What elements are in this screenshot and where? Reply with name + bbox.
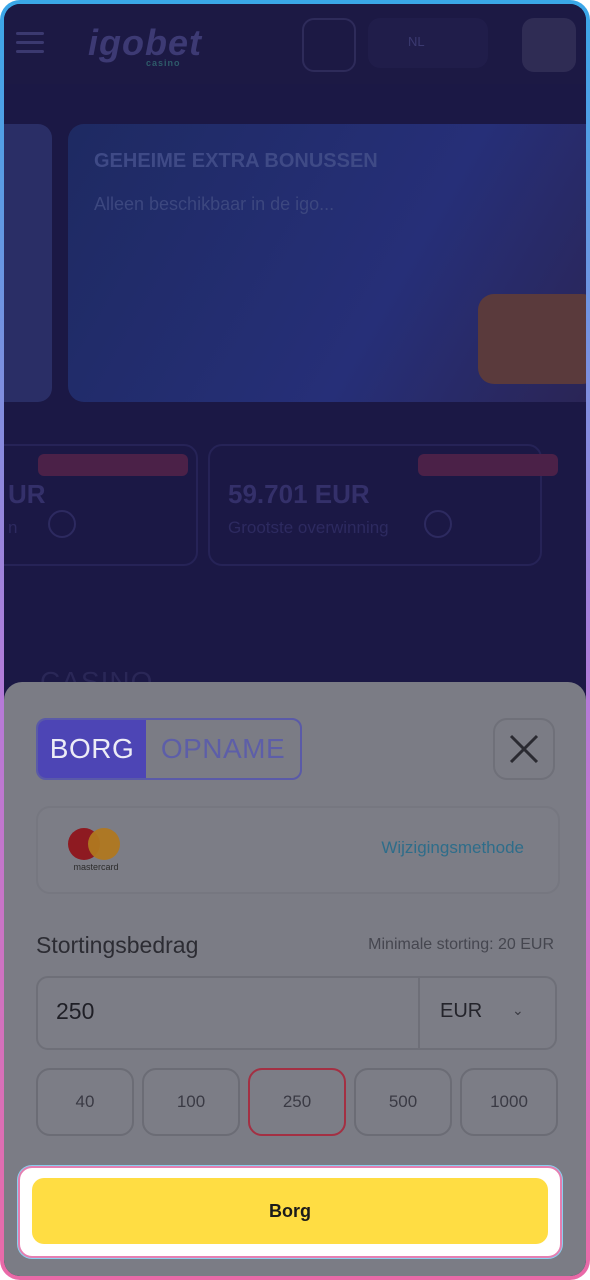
user-icon[interactable] <box>302 18 356 72</box>
payment-method-card[interactable]: mastercard Wijzigingsmethode <box>36 806 560 894</box>
stat-label: Grootste overwinning <box>228 518 389 537</box>
banner-title: GEHEIME EXTRA BONUSSEN <box>94 150 378 172</box>
info-icon[interactable] <box>48 510 76 538</box>
amount-field[interactable]: 250 EUR ⌄ <box>36 976 557 1050</box>
app-screen: igobet casino NL GEHEIME EXTRA BONUSSEN A… <box>4 4 586 1276</box>
menu-icon[interactable] <box>16 32 44 53</box>
promo-banner[interactable]: GEHEIME EXTRA BONUSSEN Alleen beschikbaa… <box>68 124 586 402</box>
amount-input[interactable]: 250 <box>56 998 94 1025</box>
chevron-down-icon[interactable]: ⌄ <box>512 1002 524 1019</box>
info-icon[interactable] <box>424 510 452 538</box>
mastercard-icon: mastercard <box>68 826 122 876</box>
preset-button[interactable]: 1000 <box>460 1068 558 1136</box>
language-selector[interactable]: NL <box>368 18 488 68</box>
preset-button-selected[interactable]: 250 <box>248 1068 346 1136</box>
close-icon <box>509 734 539 764</box>
change-method-link[interactable]: Wijzigingsmethode <box>381 838 524 858</box>
stat-value: 59.701 EUR <box>228 479 370 509</box>
amount-label: Stortingsbedrag <box>36 932 199 958</box>
gift-icon <box>478 294 586 384</box>
brand-logo[interactable]: igobet casino <box>88 22 202 68</box>
close-button[interactable] <box>493 718 555 780</box>
mode-tabs: BORG OPNAME <box>36 718 302 780</box>
currency-select[interactable]: EUR <box>440 1000 482 1023</box>
top-bar: igobet casino NL <box>4 4 586 84</box>
stat-badge <box>418 454 558 476</box>
tab-deposit[interactable]: BORG <box>38 720 146 778</box>
promo-banner-prev[interactable] <box>4 124 52 402</box>
min-deposit-label: Minimale storting: 20 EUR <box>368 936 554 953</box>
device-frame: igobet casino NL GEHEIME EXTRA BONUSSEN A… <box>0 0 590 1280</box>
stat-badge <box>38 454 188 476</box>
wallet-icon[interactable] <box>522 18 576 72</box>
preset-button[interactable]: 500 <box>354 1068 452 1136</box>
divider <box>418 978 420 1048</box>
deposit-submit-button[interactable]: Borg <box>32 1178 548 1244</box>
stat-value: UR <box>8 479 46 509</box>
banner-subtitle: Alleen beschikbaar in de igo... <box>94 194 335 214</box>
submit-highlight: Borg <box>18 1166 562 1258</box>
amount-presets: 40 100 250 500 1000 <box>36 1068 558 1136</box>
tab-withdraw[interactable]: OPNAME <box>146 720 300 778</box>
preset-button[interactable]: 100 <box>142 1068 240 1136</box>
preset-button[interactable]: 40 <box>36 1068 134 1136</box>
stat-label: n <box>8 518 18 537</box>
